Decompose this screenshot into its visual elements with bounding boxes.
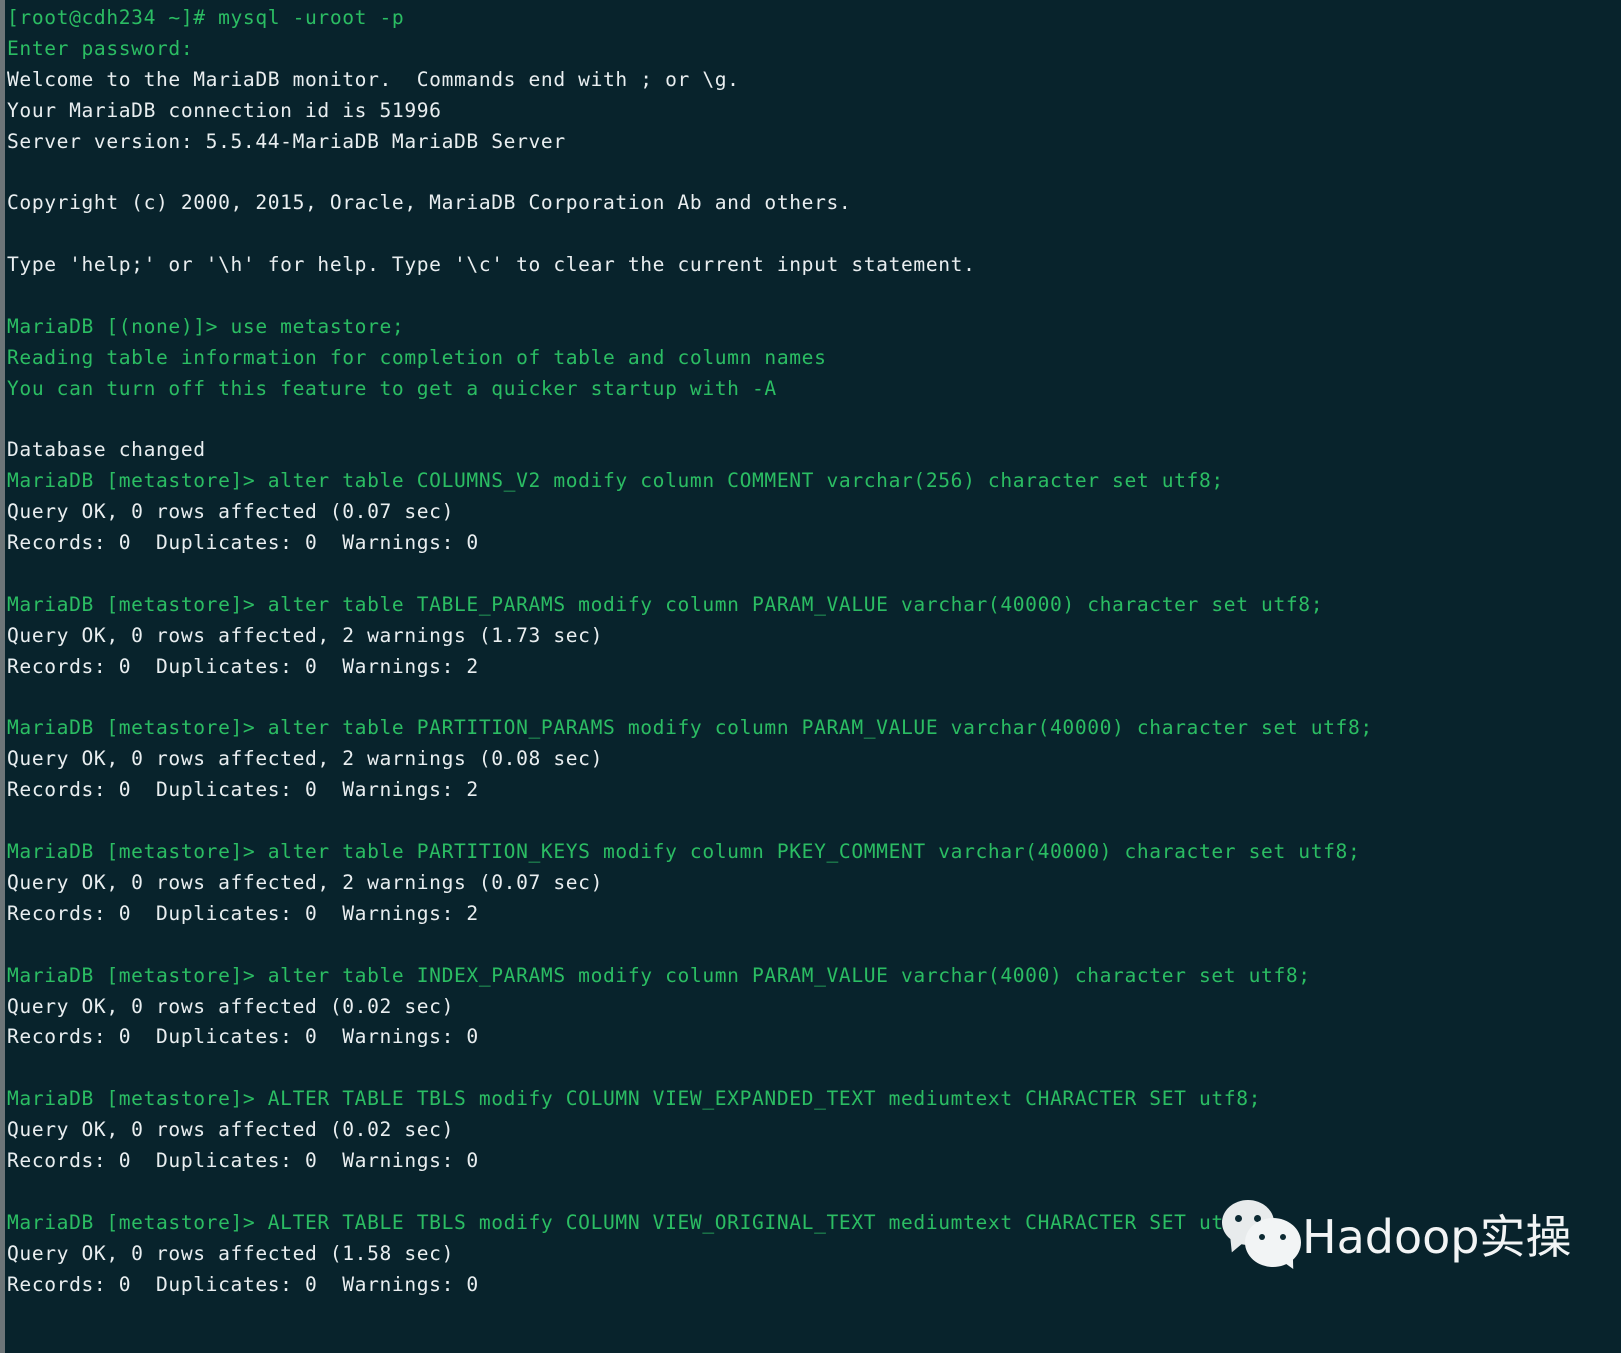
terminal-line: Query OK, 0 rows affected (1.58 sec)	[7, 1241, 454, 1265]
terminal-line: MariaDB [metastore]> alter table PARTITI…	[7, 716, 1373, 740]
terminal-line: Query OK, 0 rows affected, 2 warnings (0…	[7, 747, 603, 771]
terminal-line: Records: 0 Duplicates: 0 Warnings: 0	[7, 1025, 479, 1049]
terminal-line: Type 'help;' or '\h' for help. Type '\c'…	[7, 253, 976, 277]
terminal-line: Welcome to the MariaDB monitor. Commands…	[7, 67, 740, 91]
terminal-line: Query OK, 0 rows affected (0.07 sec)	[7, 500, 454, 524]
terminal-line: Query OK, 0 rows affected, 2 warnings (1…	[7, 623, 603, 647]
terminal-line: MariaDB [metastore]> ALTER TABLE TBLS mo…	[7, 1210, 1262, 1234]
terminal-line: Server version: 5.5.44-MariaDB MariaDB S…	[7, 129, 566, 153]
terminal-line: Reading table information for completion…	[7, 345, 827, 369]
terminal-line: [root@cdh234 ~]# mysql -uroot -p	[7, 6, 405, 29]
terminal-line: Records: 0 Duplicates: 0 Warnings: 0	[7, 1148, 479, 1172]
terminal-line: Records: 0 Duplicates: 0 Warnings: 0	[7, 531, 479, 555]
terminal-line: Your MariaDB connection id is 51996	[7, 98, 442, 122]
terminal-line: Enter password:	[7, 36, 194, 60]
terminal-line: MariaDB [metastore]> ALTER TABLE TBLS mo…	[7, 1087, 1262, 1111]
terminal-left-gutter	[0, 0, 5, 1353]
terminal-line: Records: 0 Duplicates: 0 Warnings: 2	[7, 654, 479, 678]
terminal-line: Query OK, 0 rows affected (0.02 sec)	[7, 994, 454, 1018]
terminal-line: MariaDB [(none)]> use metastore;	[7, 314, 405, 338]
terminal-line: Copyright (c) 2000, 2015, Oracle, MariaD…	[7, 191, 852, 215]
terminal-window: [root@cdh234 ~]# mysql -uroot -p Enter pa…	[0, 0, 1621, 1353]
terminal-line: You can turn off this feature to get a q…	[7, 376, 777, 400]
terminal-line: Database changed	[7, 438, 206, 462]
terminal-line: Query OK, 0 rows affected (0.02 sec)	[7, 1118, 454, 1142]
terminal-line: Query OK, 0 rows affected, 2 warnings (0…	[7, 870, 603, 894]
terminal-line: Records: 0 Duplicates: 0 Warnings: 2	[7, 901, 479, 925]
terminal-line: MariaDB [metastore]> alter table COLUMNS…	[7, 469, 1224, 493]
terminal-line: MariaDB [metastore]> alter table PARTITI…	[7, 840, 1361, 864]
terminal-line: MariaDB [metastore]> alter table TABLE_P…	[7, 592, 1324, 616]
terminal-output-area[interactable]: [root@cdh234 ~]# mysql -uroot -p Enter pa…	[0, 0, 1621, 1353]
terminal-line: MariaDB [metastore]> alter table INDEX_P…	[7, 963, 1311, 987]
terminal-line: Records: 0 Duplicates: 0 Warnings: 0	[7, 1272, 479, 1296]
terminal-line: Records: 0 Duplicates: 0 Warnings: 2	[7, 778, 479, 802]
